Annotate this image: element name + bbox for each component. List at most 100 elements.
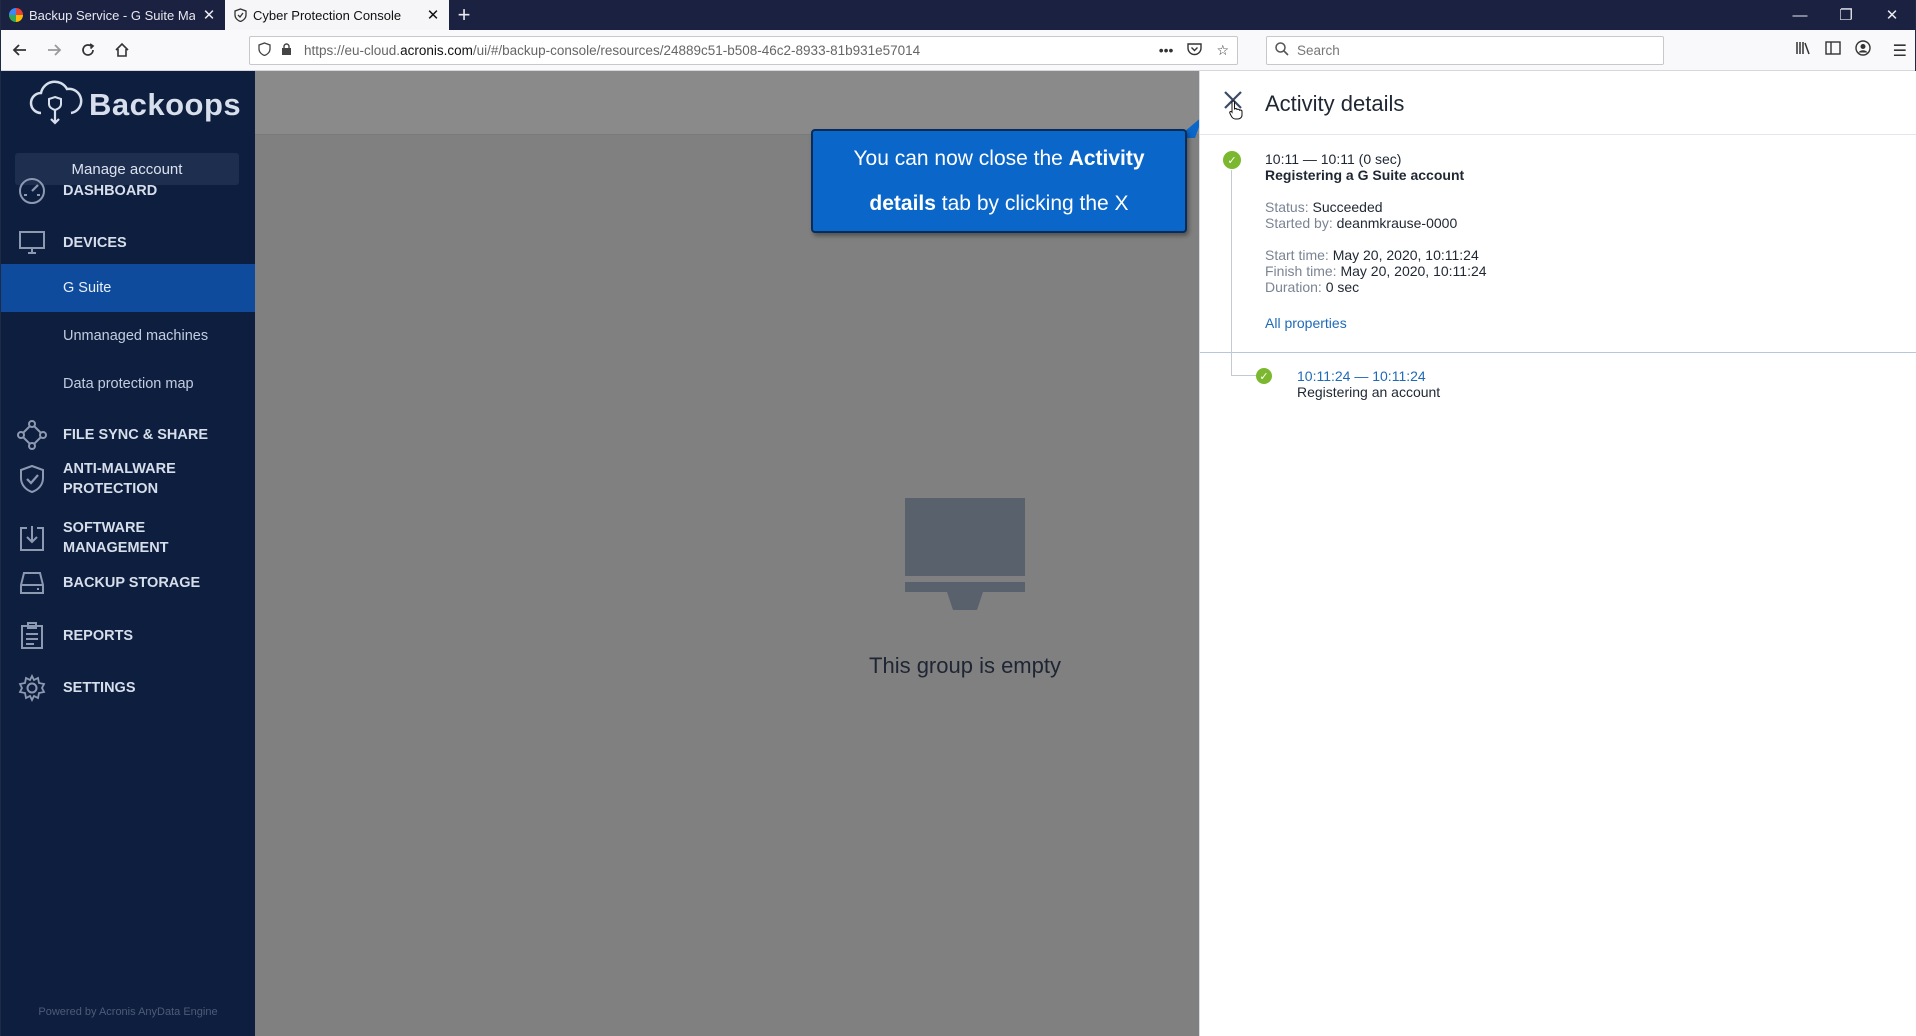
tab-title: Backup Service - G Suite Marke [29,7,195,23]
started-by-label: Started by: [1265,215,1333,231]
browser-window: Backup Service - G Suite Marke ✕ Cyber P… [0,0,1916,1036]
sidebar-item-label: SETTINGS [63,680,136,696]
duration-label: Duration: [1265,279,1322,295]
sidebar-item-reports[interactable]: REPORTS [1,618,255,654]
account-icon[interactable] [1854,40,1871,61]
sidebar-item-g-suite[interactable]: G Suite [1,264,255,312]
main-toolbar [255,71,1199,135]
hand-cursor-icon [1229,100,1243,120]
label-line-1: SOFTWARE [63,520,146,536]
close-icon[interactable]: ✕ [425,6,441,24]
empty-state-text: This group is empty [869,653,1061,678]
tab-cyber-protection[interactable]: Cyber Protection Console ✕ [225,0,449,30]
sidebar-item-label: DEVICES [63,235,127,251]
navigation-bar: https://eu-cloud.acronis.com/ui/#/backup… [1,30,1915,71]
sidebar-item-data-protection-map[interactable]: Data protection map [1,360,255,408]
powered-by-text: Powered by Acronis AnyData Engine [38,1006,218,1018]
cloud-logo-icon [27,77,83,132]
all-properties-link[interactable]: All properties [1265,315,1347,331]
url-actions: ••• ☆ [1159,42,1229,59]
sidebar-item-settings[interactable]: SETTINGS [1,670,255,706]
label-line-2: PROTECTION [63,481,159,497]
sidebar-item-label: REPORTS [63,628,134,644]
library-icon[interactable] [1795,40,1811,61]
sidebar-toggle-icon[interactable] [1824,41,1841,60]
url-bar[interactable]: https://eu-cloud.acronis.com/ui/#/backup… [249,36,1238,65]
sync-share-icon [1,420,63,450]
label-line-2: MANAGEMENT [63,540,169,556]
gear-icon [1,674,63,702]
panel-title: Activity details [1265,91,1405,116]
sub-activity-check-icon: ✓ [1256,368,1272,384]
monitor-icon [1,230,63,256]
new-tab-button[interactable]: + [449,0,479,30]
back-icon[interactable] [3,33,37,67]
url-prefix: https://eu-cloud. [304,43,401,58]
browser-toolbar: ☰ [1795,36,1907,65]
menu-icon[interactable]: ☰ [1893,41,1907,61]
search-bar[interactable]: Search [1266,36,1664,65]
tab-backup-service[interactable]: Backup Service - G Suite Marke ✕ [1,0,225,30]
sidebar: Backoops Manage account DASHBOARD DEVICE… [1,71,255,1036]
started-by-row: Started by: deanmkrause-0000 [1265,215,1457,231]
tutorial-callout: You can now close the Activity details ta… [811,129,1187,233]
start-time-label: Start time: [1265,247,1329,263]
callout-text-bold2: details [869,192,936,215]
start-time-value: May 20, 2020, 10:11:24 [1332,247,1479,263]
callout-text-part1: You can now close the [853,147,1069,170]
sidebar-item-label: BACKUP STORAGE [63,575,201,591]
callout-text: You can now close the Activity details ta… [833,136,1164,226]
shield-icon [233,8,247,22]
tab-title: Cyber Protection Console [253,7,402,23]
shield-check-icon [1,464,63,494]
logo-text: Backoops [89,86,242,122]
search-icon [1275,42,1289,59]
activity-details-panel: Activity details ✓ 10:11 — 10:11 (0 sec)… [1199,71,1916,1036]
reload-icon[interactable] [71,33,105,67]
sidebar-item-label: FILE SYNC & SHARE [63,427,209,443]
finish-time-value: May 20, 2020, 10:11:24 [1340,263,1487,279]
sidebar-item-label: SOFTWARE MANAGEMENT [63,518,169,558]
url-text: https://eu-cloud.acronis.com/ui/#/backup… [304,43,1159,58]
search-placeholder: Search [1297,43,1340,58]
sidebar-item-anti-malware[interactable]: ANTI-MALWARE PROTECTION [1,456,255,502]
sidebar-item-unmanaged-machines[interactable]: Unmanaged machines [1,312,255,360]
logo: Backoops [27,77,241,132]
tracking-protection-icon[interactable] [258,42,271,59]
restore-icon[interactable]: ❐ [1823,0,1869,30]
sidebar-item-backup-storage[interactable]: BACKUP STORAGE [1,565,255,601]
lock-icon[interactable] [281,42,292,59]
window-close-icon[interactable]: ✕ [1869,0,1915,30]
sub-activity-time[interactable]: 10:11:24 — 10:11:24 [1297,368,1426,384]
start-time-row: Start time: May 20, 2020, 10:11:24 [1265,247,1479,263]
pocket-icon[interactable] [1187,42,1203,59]
storage-drive-icon [1,571,63,595]
url-domain: acronis.com [400,43,473,58]
sidebar-item-software-management[interactable]: SOFTWARE MANAGEMENT [1,515,255,561]
success-check-icon: ✓ [1223,151,1241,169]
sub-activity-name: Registering an account [1297,384,1441,400]
sidebar-item-label: ANTI-MALWARE PROTECTION [63,459,176,499]
started-by-value: deanmkrause-0000 [1336,215,1458,231]
status-value: Succeeded [1312,199,1383,215]
sidebar-item-file-sync-share[interactable]: FILE SYNC & SHARE [1,417,255,453]
minimize-icon[interactable]: — [1777,0,1823,30]
google-icon [9,8,23,22]
sidebar-item-dashboard[interactable]: DASHBOARD [1,173,255,209]
activity-name: Registering a G Suite account [1265,167,1465,183]
close-icon[interactable]: ✕ [201,6,217,24]
sidebar-item-label: DASHBOARD [63,183,158,199]
clipboard-icon [1,622,63,650]
callout-text-part2: tab by clicking the X [935,192,1129,215]
forward-icon[interactable] [37,33,71,67]
more-icon[interactable]: ••• [1159,42,1174,59]
sidebar-item-devices[interactable]: DEVICES [1,225,255,261]
activity-time-range: 10:11 — 10:11 (0 sec) [1265,151,1402,167]
panel-header: Activity details [1200,71,1916,135]
window-controls: — ❐ ✕ [1777,0,1915,30]
status-label: Status: [1265,199,1309,215]
label-line-1: ANTI-MALWARE [63,461,176,477]
empty-state: This group is empty [815,498,1115,679]
bookmark-star-icon[interactable]: ☆ [1216,42,1229,59]
home-icon[interactable] [105,33,139,67]
